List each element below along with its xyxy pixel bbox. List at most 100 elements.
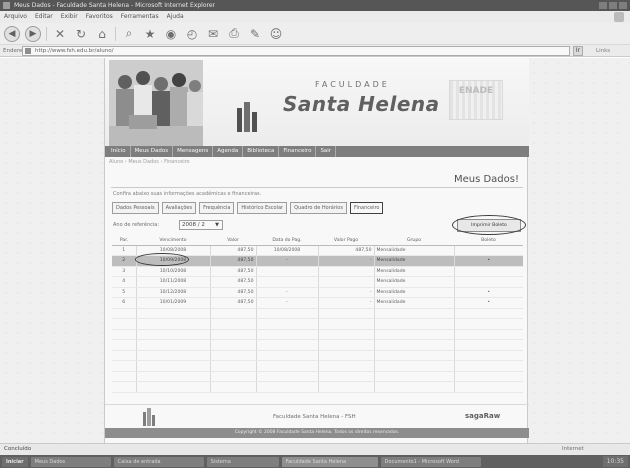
- page-viewport: FACULDADE Santa Helena ENADE Início Meus…: [0, 58, 630, 443]
- highlight-circle: [452, 215, 526, 235]
- address-input[interactable]: http://www.fsh.edu.br/aluno/: [22, 46, 570, 56]
- taskbar-item[interactable]: Caixa de entrada: [113, 456, 204, 467]
- taskbar-item[interactable]: Documento1 - Microsoft Word: [380, 456, 481, 467]
- empty-row: [112, 381, 523, 393]
- cell-boleto[interactable]: [454, 276, 523, 288]
- print-icon[interactable]: ⎙: [226, 26, 242, 42]
- history-icon[interactable]: ◴: [184, 26, 200, 42]
- cell-valor-pago: 487,50: [318, 245, 375, 256]
- cell-valor-pago: -: [318, 255, 375, 267]
- links-label[interactable]: Links: [596, 45, 610, 57]
- cell-vencimento: 10/01/2009: [136, 297, 211, 309]
- messenger-icon[interactable]: ☺: [268, 26, 284, 42]
- cell-parcela: 4: [112, 276, 137, 288]
- cell-valor-pago: -: [318, 297, 375, 309]
- tab-financeiro[interactable]: Financeiro: [349, 202, 384, 214]
- table-row[interactable]: 3 10/10/2008 487,50 Mensalidade: [112, 266, 523, 277]
- menu-tools[interactable]: Ferramentas: [121, 11, 159, 23]
- toolbar-separator: [46, 26, 47, 41]
- nav-mensagens[interactable]: Mensagens: [173, 146, 214, 157]
- cell-grupo: Mensalidade: [374, 255, 455, 267]
- menu-favorites[interactable]: Favoritos: [86, 11, 113, 23]
- home-icon[interactable]: ⌂: [94, 26, 110, 42]
- table-header-row: Par. Vencimento Valor Data do Pag. Valor…: [112, 236, 523, 246]
- chevron-down-icon: ▼: [215, 222, 219, 228]
- refresh-icon[interactable]: ↻: [73, 26, 89, 42]
- enade-badge[interactable]: ENADE: [449, 80, 503, 120]
- cell-vencimento: 10/11/2008: [136, 276, 211, 288]
- cell-boleto[interactable]: [454, 266, 523, 277]
- search-icon[interactable]: ⌕: [121, 26, 137, 42]
- minimize-button[interactable]: [599, 2, 607, 9]
- cell-boleto[interactable]: •: [454, 255, 523, 267]
- tab-frequencia[interactable]: Frequência: [199, 202, 235, 214]
- table-row[interactable]: 4 10/11/2008 487,50 Mensalidade: [112, 276, 523, 288]
- nav-biblioteca[interactable]: Biblioteca: [243, 146, 280, 157]
- menu-file[interactable]: Arquivo: [4, 11, 27, 23]
- cell-data-pag: -: [256, 255, 319, 267]
- close-button[interactable]: [619, 2, 627, 9]
- cell-valor: 487,50: [210, 255, 257, 267]
- media-icon[interactable]: ◉: [163, 26, 179, 42]
- col-header-vencimento: Vencimento: [136, 236, 210, 246]
- menu-bar: Arquivo Editar Exibir Favoritos Ferramen…: [0, 11, 630, 23]
- window-controls: [599, 2, 627, 9]
- page-icon: [25, 48, 31, 54]
- system-clock: 10:35: [602, 456, 628, 467]
- empty-row: [112, 308, 523, 319]
- cell-boleto[interactable]: [454, 245, 523, 256]
- empty-row: [112, 360, 523, 372]
- copyright-bar: Copyright © 2008 Faculdade Santa Helena.…: [105, 428, 529, 438]
- edit-icon[interactable]: ✎: [247, 26, 263, 42]
- title-divider: [111, 187, 523, 188]
- cell-data-pag: 10/08/2008: [256, 245, 319, 256]
- tab-historico[interactable]: Histórico Escolar: [237, 202, 288, 214]
- table-row[interactable]: 5 10/12/2008 487,50 - - Mensalidade •: [112, 287, 523, 298]
- year-select[interactable]: 2008 / 2 ▼: [179, 220, 223, 230]
- tab-avaliacoes[interactable]: Avaliações: [161, 202, 197, 214]
- back-button[interactable]: ◀: [4, 25, 20, 42]
- cell-vencimento: 10/12/2008: [136, 287, 211, 298]
- go-button[interactable]: Ir: [573, 46, 583, 56]
- forward-button[interactable]: ▶: [25, 25, 41, 42]
- nav-meus-dados[interactable]: Meus Dados: [131, 146, 174, 157]
- site-header: FACULDADE Santa Helena ENADE: [105, 58, 529, 146]
- cell-parcela: 2: [112, 255, 137, 267]
- menu-edit[interactable]: Editar: [35, 11, 53, 23]
- table-row[interactable]: 6 10/01/2009 487,50 - - Mensalidade •: [112, 297, 523, 309]
- start-button[interactable]: Iniciar: [2, 456, 28, 467]
- nav-agenda[interactable]: Agenda: [213, 146, 244, 157]
- menu-help[interactable]: Ajuda: [167, 11, 184, 23]
- cell-valor: 487,50: [210, 287, 257, 298]
- menu-view[interactable]: Exibir: [61, 11, 78, 23]
- nav-inicio[interactable]: Início: [107, 146, 131, 157]
- taskbar-item[interactable]: Sistema: [206, 456, 279, 467]
- browser-toolbar: ◀ ▶ ✕ ↻ ⌂ ⌕ ★ ◉ ◴ ✉ ⎙ ✎ ☺: [0, 23, 630, 45]
- mail-icon[interactable]: ✉: [205, 26, 221, 42]
- taskbar-item-active[interactable]: Faculdade Santa Helena: [281, 456, 378, 467]
- cell-valor-pago: [318, 276, 375, 288]
- favorites-icon[interactable]: ★: [142, 26, 158, 42]
- tab-dados-pessoais[interactable]: Dados Pessoais: [112, 202, 159, 214]
- highlight-circle: [135, 253, 189, 266]
- building-logo-icon: [237, 102, 257, 132]
- students-photo-graphic: [109, 60, 203, 146]
- section-tabs: Dados Pessoais Avaliações Frequência His…: [112, 202, 384, 214]
- nav-financeiro[interactable]: Financeiro: [279, 146, 317, 157]
- nav-sair[interactable]: Sair: [316, 146, 337, 157]
- taskbar: Iniciar Meus Dados Caixa de entrada Sist…: [0, 455, 630, 468]
- ie-icon: [3, 2, 10, 9]
- stop-icon[interactable]: ✕: [52, 26, 68, 42]
- site-footer: Faculdade Santa Helena - FSH sagaRaw: [105, 404, 529, 428]
- cell-boleto[interactable]: •: [454, 287, 523, 298]
- cell-valor: 487,50: [210, 297, 257, 309]
- breadcrumb: Aluno › Meus Dados › Financeiro: [109, 159, 190, 165]
- col-header-parcela: Par.: [112, 236, 136, 246]
- taskbar-item[interactable]: Meus Dados: [30, 456, 111, 467]
- filter-label: Ano de referência:: [113, 222, 160, 228]
- footer-logo[interactable]: sagaRaw: [465, 412, 500, 420]
- tab-horarios[interactable]: Quadro de Horários: [290, 202, 347, 214]
- maximize-button[interactable]: [609, 2, 617, 9]
- cell-boleto[interactable]: •: [454, 297, 523, 309]
- status-text: Concluído: [4, 446, 32, 452]
